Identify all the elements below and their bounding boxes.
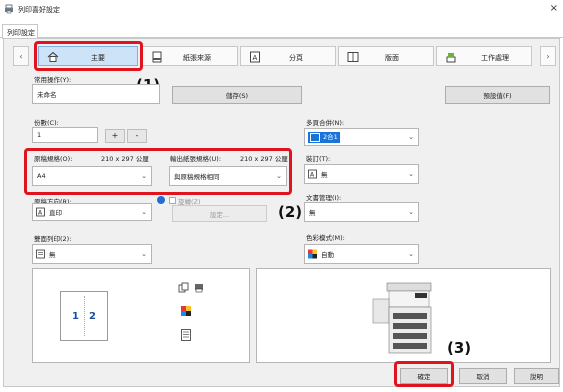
document-icon	[181, 329, 191, 341]
output-size-select[interactable]: 與原稿規格相同 ⌄	[169, 166, 287, 186]
defaults-button[interactable]: 預設值(F)	[445, 86, 550, 104]
job-stack-icon	[446, 53, 456, 63]
nav-left-arrow[interactable]: ‹	[13, 46, 29, 66]
color-value: 自動	[321, 251, 334, 259]
filing-value: 無	[309, 209, 316, 217]
staple-select[interactable]: A 無 ⌄	[304, 164, 419, 184]
chevron-down-icon: ⌄	[408, 208, 414, 216]
chevron-down-icon: ⌄	[141, 172, 147, 180]
tab-finishing[interactable]: A 分頁	[240, 46, 336, 66]
chevron-down-icon: ⌄	[141, 208, 147, 216]
staple-value: 無	[321, 171, 328, 179]
tab-finishing-label: 分頁	[289, 54, 303, 62]
chevron-down-icon: ⌄	[276, 172, 282, 180]
rotate-settings-button[interactable]: 設定...	[172, 205, 267, 222]
save-button[interactable]: 儲存(S)	[172, 86, 302, 104]
filing-select[interactable]: 無 ⌄	[304, 202, 419, 222]
page-divider	[84, 296, 85, 336]
svg-text:A: A	[253, 54, 258, 62]
duplex-value: 無	[49, 251, 56, 259]
tab-job-handling[interactable]: 工作處理	[436, 46, 532, 66]
copies-minus-button[interactable]: -	[127, 129, 147, 143]
chevron-down-icon: ⌄	[141, 250, 147, 258]
printer-machine-icon	[372, 282, 432, 354]
close-icon[interactable]: ×	[550, 3, 558, 14]
rotate-checkbox[interactable]	[169, 197, 176, 204]
output-size-value: 與原稿規格相同	[174, 173, 220, 181]
ok-button[interactable]: 確定	[400, 368, 448, 384]
annotation-2: (2)	[278, 203, 303, 221]
nup-select[interactable]: 2合1 ⌄	[304, 128, 419, 146]
title-bar: 列印喜好設定 ×	[0, 0, 563, 20]
page-a-icon: A	[308, 169, 317, 179]
nav-right-arrow[interactable]: ›	[540, 46, 556, 66]
two-up-icon	[310, 133, 320, 142]
orientation-select[interactable]: A 直印 ⌄	[32, 203, 152, 221]
copies-value: 1	[37, 131, 42, 139]
duplex-label: 雙面列印(2):	[34, 235, 72, 243]
original-size-dims: 210 x 297 公厘	[101, 155, 149, 163]
favorites-value: 未命名	[37, 91, 57, 99]
help-button[interactable]: 說明	[514, 368, 559, 384]
page-a-icon: A	[250, 51, 260, 63]
highlight-box-1	[34, 41, 143, 71]
tab-job-handling-label: 工作處理	[481, 54, 509, 62]
annotation-3: (3)	[447, 339, 472, 357]
nup-value: 2合1	[323, 133, 338, 141]
page-a-icon: A	[36, 207, 45, 217]
tab-paper-source-label: 紙張來源	[183, 54, 211, 62]
page-preview: 1 2	[32, 268, 250, 363]
tab-paper-source[interactable]: 紙張來源	[142, 46, 238, 66]
layout-icon	[347, 52, 359, 62]
chevron-down-icon: ⌄	[408, 133, 414, 141]
print-icon	[195, 284, 203, 293]
chevron-down-icon: ⌄	[408, 250, 414, 258]
tab-print-settings[interactable]: 列印設定	[2, 24, 38, 39]
output-size-dims: 210 x 297 公厘	[240, 155, 288, 163]
printer-icon	[5, 4, 13, 14]
duplex-select[interactable]: 無 ⌄	[32, 244, 152, 264]
staple-label: 裝訂(T):	[306, 155, 331, 163]
cancel-button[interactable]: 取消	[459, 368, 507, 384]
output-size-label: 輸出紙張規格(U):	[170, 155, 222, 163]
copies-field[interactable]: 1	[32, 127, 98, 143]
orientation-value: 直印	[49, 209, 62, 217]
original-size-label: 原稿規格(O):	[34, 155, 73, 163]
copies-plus-button[interactable]: +	[105, 129, 125, 143]
paper-tray-icon	[152, 51, 162, 63]
info-icon	[157, 196, 165, 204]
chevron-down-icon: ⌄	[408, 170, 414, 178]
page-number-2: 2	[89, 311, 96, 322]
window-title: 列印喜好設定	[18, 6, 60, 14]
original-size-value: A4	[37, 172, 46, 180]
favorites-label: 常用操作(Y):	[34, 76, 72, 84]
document-icon	[36, 249, 45, 259]
original-size-select[interactable]: A4 ⌄	[32, 166, 152, 186]
nup-label: 多頁合併(N):	[306, 119, 345, 127]
page-number-1: 1	[72, 311, 79, 322]
color-label: 色彩模式(M):	[306, 234, 345, 242]
printer-preview	[256, 268, 551, 363]
filing-label: 文書管理(I):	[306, 194, 342, 202]
color-mode-icon	[308, 249, 317, 259]
copies-label: 份數(C):	[34, 119, 59, 127]
tab-layout[interactable]: 版面	[338, 46, 434, 66]
outer-tab-strip	[0, 22, 563, 38]
color-mode-icon	[181, 306, 191, 316]
favorites-field[interactable]: 未命名	[32, 84, 160, 104]
color-select[interactable]: 自動 ⌄	[304, 244, 419, 264]
page-thumbnail: 1 2	[60, 291, 108, 341]
copies-stack-icon	[178, 282, 189, 293]
tab-layout-label: 版面	[385, 54, 399, 62]
